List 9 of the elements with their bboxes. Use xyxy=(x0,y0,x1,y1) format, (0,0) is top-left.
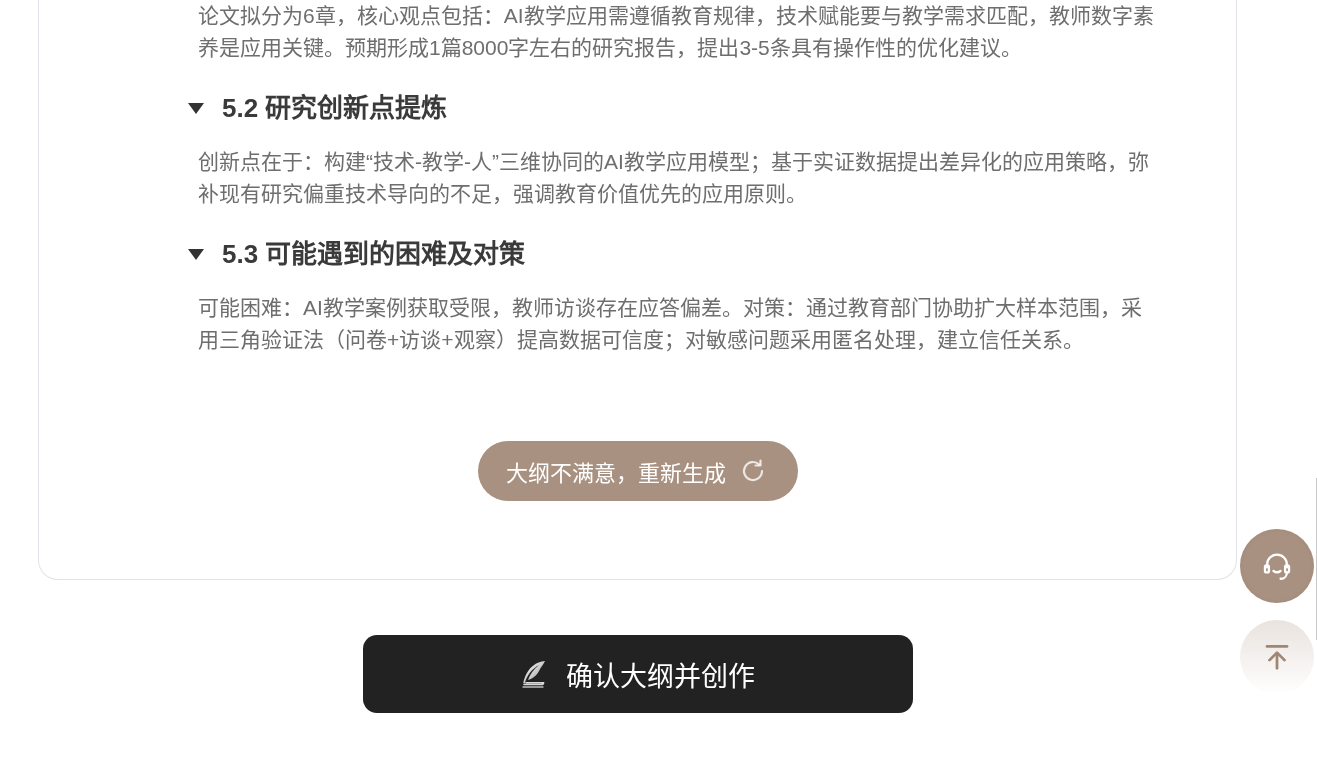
confirm-outline-button[interactable]: 确认大纲并创作 xyxy=(362,635,913,713)
section-paragraph: 论文拟分为6章，核心观点包括：AI教学应用需遵循教育规律，技术赋能要与教学需求匹配，教师数字素养是应用关键。预期形成1篇8000字左右的研究报告，提出3-5条具有操作性的优化建议。 xyxy=(198,3,1155,61)
quill-icon xyxy=(520,660,548,688)
caret-down-icon[interactable] xyxy=(188,102,204,114)
caret-down-icon[interactable] xyxy=(188,248,204,260)
section-paragraph: 创新点在于：构建“技术-教学-人”三维协同的AI教学应用模型；基于实证数据提出差异化的应用策略，弥补现有研究偏重技术导向的不足，强调教育价值优先的应用原则。 xyxy=(198,149,1150,207)
section-heading: 5.3 可能遇到的困难及对策 xyxy=(222,238,526,271)
section-paragraph: 可能困难：AI教学案例获取受限，教师访谈存在应答偏差。对策：通过教育部门协助扩大样本范围，采用三角验证法（问卷+访谈+观察）提高数据可信度；对敏感问题采用匿名处理，建立信任关系。 xyxy=(198,295,1143,353)
section-heading: 5.2 研究创新点提炼 xyxy=(222,92,448,125)
